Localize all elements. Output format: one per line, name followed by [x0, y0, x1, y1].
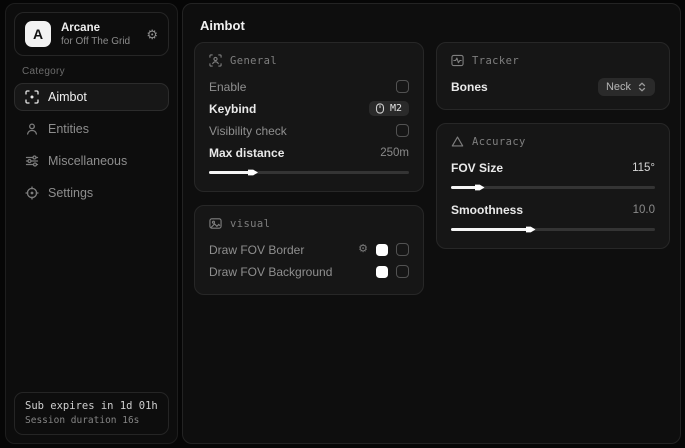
bones-select[interactable]: Neck [598, 78, 655, 96]
app-header-card: A Arcane for Off The Grid ⚙ [14, 12, 169, 56]
fov-border-checkbox[interactable] [396, 243, 409, 256]
tracker-card-header: Tracker [451, 54, 655, 67]
main-header: Aimbot [183, 4, 680, 42]
app-subtitle: for Off The Grid [61, 36, 136, 47]
slider-fill [451, 228, 529, 231]
visibility-check-row: Visibility check [209, 120, 409, 141]
keybind-label: Keybind [209, 102, 256, 116]
user-focus-icon [209, 54, 222, 67]
bones-row: Bones Neck [451, 76, 655, 97]
left-column: General Enable Keybind M2 [194, 42, 424, 295]
main-panel: Aimbot General Enable [182, 3, 681, 444]
slider-thumb[interactable] [526, 225, 536, 234]
sub-expiry-text: Sub expires in 1d 01h [25, 400, 158, 412]
right-column: Tracker Bones Neck [436, 42, 670, 249]
fov-border-controls: ⚙ [358, 243, 409, 256]
visual-card: visual Draw FOV Border ⚙ Draw FOV Backgr… [194, 205, 424, 295]
accuracy-card-header: Accuracy [451, 135, 655, 148]
sidebar-item-miscellaneous[interactable]: Miscellaneous [14, 147, 169, 175]
gear-icon[interactable]: ⚙ [358, 244, 368, 255]
card-title: visual [230, 218, 270, 230]
fov-border-color-swatch[interactable] [376, 244, 388, 256]
app-title: Arcane [61, 22, 136, 34]
fov-background-label: Draw FOV Background [209, 265, 332, 279]
slider-thumb[interactable] [475, 183, 485, 192]
smoothness-value: 10.0 [633, 204, 655, 216]
fov-background-controls [376, 265, 409, 278]
fov-border-label: Draw FOV Border [209, 243, 304, 257]
fov-background-color-swatch[interactable] [376, 266, 388, 278]
enable-row: Enable [209, 76, 409, 97]
subscription-info-box: Sub expires in 1d 01h Session duration 1… [14, 392, 169, 435]
smoothness-slider[interactable] [451, 225, 655, 234]
max-distance-slider[interactable] [209, 168, 409, 177]
app-logo: A [25, 21, 51, 47]
max-distance-row: Max distance 250m [209, 142, 409, 163]
session-duration-text: Session duration 16s [25, 415, 158, 426]
accuracy-card: Accuracy FOV Size 115° Smoothness 10.0 [436, 123, 670, 249]
max-distance-value: 250m [380, 147, 409, 159]
category-label: Category [22, 66, 177, 77]
keybind-row: Keybind M2 [209, 98, 409, 119]
app-title-block: Arcane for Off The Grid [61, 22, 136, 47]
smoothness-row: Smoothness 10.0 [451, 199, 655, 220]
keybind-button[interactable]: M2 [369, 101, 409, 116]
triangle-icon [451, 135, 464, 148]
smoothness-label: Smoothness [451, 203, 523, 217]
activity-icon [451, 54, 464, 67]
sidebar: A Arcane for Off The Grid ⚙ Category Aim… [5, 3, 178, 444]
fov-size-value: 115° [632, 162, 655, 174]
mouse-icon [375, 103, 385, 114]
fov-background-row: Draw FOV Background [209, 261, 409, 282]
general-card-header: General [209, 54, 409, 67]
sidebar-item-label: Miscellaneous [48, 154, 127, 168]
sidebar-item-entities[interactable]: Entities [14, 115, 169, 143]
visual-card-header: visual [209, 217, 409, 230]
keybind-value: M2 [390, 103, 402, 114]
app-logo-letter: A [33, 26, 43, 42]
fov-size-row: FOV Size 115° [451, 157, 655, 178]
card-title: General [230, 55, 277, 67]
slider-thumb[interactable] [248, 168, 258, 177]
slider-fill [451, 186, 478, 189]
enable-label: Enable [209, 80, 246, 94]
sidebar-item-settings[interactable]: Settings [14, 179, 169, 207]
enable-checkbox[interactable] [396, 80, 409, 93]
bones-selected-value: Neck [606, 81, 631, 93]
bones-label: Bones [451, 80, 488, 94]
sidebar-item-label: Aimbot [48, 90, 87, 104]
chevron-up-down-icon [637, 82, 647, 92]
fov-border-row: Draw FOV Border ⚙ [209, 239, 409, 260]
settings-gear-icon[interactable]: ⚙ [146, 28, 158, 41]
target-icon [25, 186, 39, 200]
max-distance-label: Max distance [209, 146, 284, 160]
visibility-checkbox[interactable] [396, 124, 409, 137]
slider-fill [209, 171, 251, 174]
content-grid: General Enable Keybind M2 [183, 42, 680, 295]
sidebar-item-label: Entities [48, 122, 89, 136]
fov-background-checkbox[interactable] [396, 265, 409, 278]
page-title: Aimbot [200, 18, 663, 33]
sliders-icon [25, 154, 39, 168]
tracker-card: Tracker Bones Neck [436, 42, 670, 110]
sidebar-nav: Aimbot Entities Miscellaneous [6, 83, 177, 207]
sidebar-item-aimbot[interactable]: Aimbot [14, 83, 169, 111]
sidebar-item-label: Settings [48, 186, 93, 200]
general-card: General Enable Keybind M2 [194, 42, 424, 192]
visibility-check-label: Visibility check [209, 124, 287, 138]
image-icon [209, 217, 222, 230]
fov-size-slider[interactable] [451, 183, 655, 192]
card-title: Accuracy [472, 136, 526, 148]
crosshair-icon [25, 90, 39, 104]
fov-size-label: FOV Size [451, 161, 503, 175]
person-icon [25, 122, 39, 136]
card-title: Tracker [472, 55, 519, 67]
